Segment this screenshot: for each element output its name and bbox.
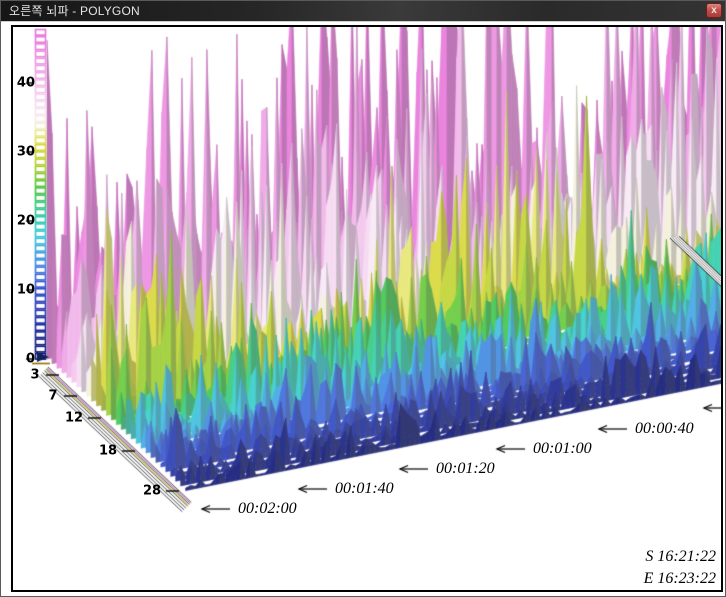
end-time-label: E 16:23:22 — [644, 570, 716, 588]
time-tick-0200: 00:02:00 — [238, 500, 297, 518]
time-tick-0100: 00:01:00 — [533, 440, 592, 458]
amp-tick-40: 40 — [17, 76, 35, 91]
chart-frame: 40 30 20 10 0 3 7 12 18 28 00:00:40 00:0… — [11, 25, 723, 592]
time-tick-0120: 00:01:20 — [436, 460, 495, 478]
app-window: 오른쪽 뇌파 - POLYGON x 40 30 20 10 0 3 7 12 … — [0, 0, 726, 597]
freq-tick-18: 18 — [99, 444, 117, 459]
freq-tick-7: 7 — [48, 389, 57, 404]
client-area: 40 30 20 10 0 3 7 12 18 28 00:00:40 00:0… — [2, 23, 724, 595]
amp-tick-10: 10 — [17, 283, 35, 298]
amp-tick-30: 30 — [17, 145, 35, 160]
spectral-surface-canvas — [13, 27, 721, 590]
freq-tick-28: 28 — [143, 484, 161, 499]
time-tick-0040: 00:00:40 — [635, 420, 694, 438]
title-bar[interactable]: 오른쪽 뇌파 - POLYGON x — [1, 1, 725, 22]
close-icon[interactable]: x — [706, 3, 722, 18]
amp-tick-20: 20 — [17, 214, 35, 229]
freq-tick-3: 3 — [30, 368, 39, 383]
time-tick-0140: 00:01:40 — [335, 480, 394, 498]
window-title: 오른쪽 뇌파 - POLYGON — [9, 1, 140, 21]
freq-tick-12: 12 — [65, 411, 83, 426]
amp-tick-0: 0 — [26, 352, 35, 367]
start-time-label: S 16:21:22 — [645, 548, 716, 566]
